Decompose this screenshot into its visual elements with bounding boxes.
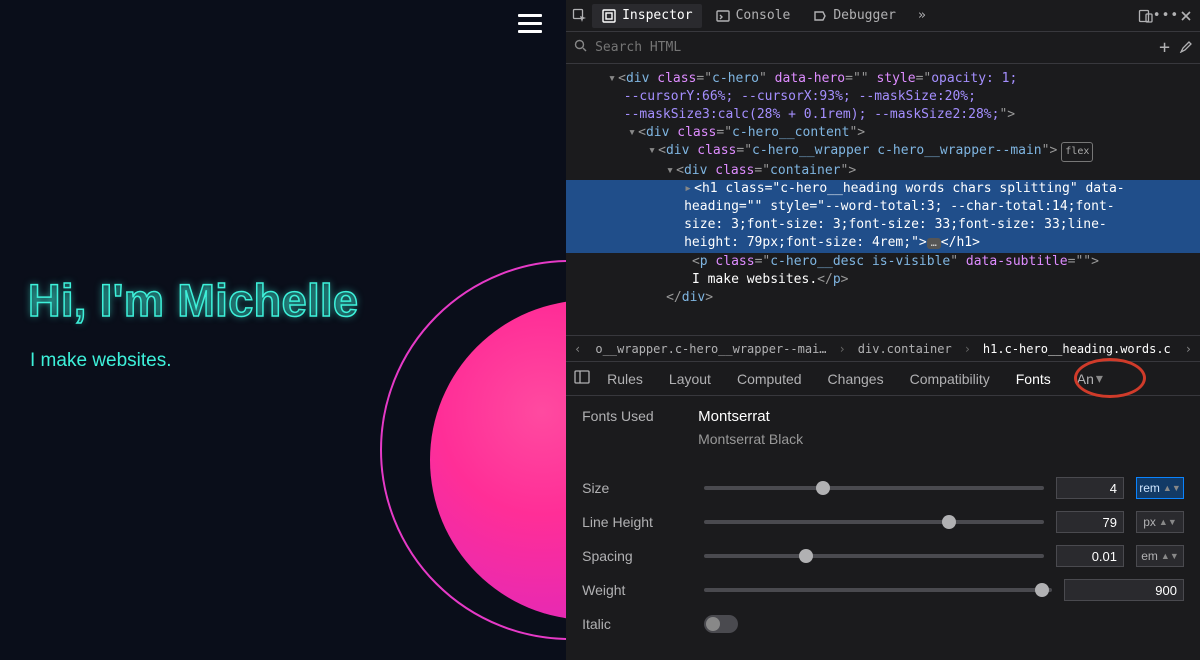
responsive-design-icon[interactable] bbox=[1138, 8, 1154, 24]
size-slider[interactable] bbox=[704, 486, 1044, 490]
tabs-overflow[interactable]: » bbox=[909, 4, 935, 27]
debugger-icon bbox=[812, 8, 828, 24]
weight-label: Weight bbox=[582, 582, 692, 598]
font-face-value: Montserrat Black bbox=[698, 431, 803, 447]
markup-tree[interactable]: ▾<div class="c-hero" data-hero="" style=… bbox=[566, 64, 1200, 336]
hero-desc: I make websites. bbox=[30, 350, 172, 372]
italic-row: Italic bbox=[582, 607, 1184, 641]
tab-inspector-label: Inspector bbox=[622, 8, 692, 23]
weight-slider[interactable] bbox=[704, 588, 1052, 592]
line-height-unit-select[interactable]: px▲▼ bbox=[1136, 511, 1184, 533]
kebab-menu-icon[interactable]: ••• bbox=[1158, 8, 1174, 24]
weight-input[interactable] bbox=[1064, 579, 1184, 601]
tab-console-label: Console bbox=[736, 8, 791, 23]
line-height-label: Line Height bbox=[582, 514, 692, 530]
subtab-animations[interactable]: An bbox=[1064, 364, 1096, 394]
element-picker-icon[interactable] bbox=[572, 8, 588, 24]
add-node-icon[interactable]: + bbox=[1159, 37, 1170, 58]
spacing-row: Spacing em▲▼ bbox=[582, 539, 1184, 573]
devtools-panel: Inspector Console Debugger » ••• bbox=[566, 0, 1200, 660]
dropdown-caret-icon[interactable]: ▾ bbox=[1096, 370, 1103, 387]
italic-toggle[interactable] bbox=[704, 615, 738, 633]
spacing-label: Spacing bbox=[582, 548, 692, 564]
italic-label: Italic bbox=[582, 616, 692, 632]
fonts-panel: Fonts Used Montserrat Montserrat Black S… bbox=[566, 396, 1200, 660]
spacing-unit-select[interactable]: em▲▼ bbox=[1136, 545, 1184, 567]
subtab-compatibility[interactable]: Compatibility bbox=[897, 364, 1003, 394]
breadcrumb-item[interactable]: h1.c-hero__heading.words.c bbox=[977, 340, 1177, 358]
subtab-computed[interactable]: Computed bbox=[724, 364, 815, 394]
weight-row: Weight bbox=[582, 573, 1184, 607]
toggle-sidebar-icon[interactable] bbox=[570, 370, 594, 387]
size-input[interactable] bbox=[1056, 477, 1124, 499]
tab-console[interactable]: Console bbox=[706, 4, 800, 28]
hero-heading: Hi, I'm Michelle bbox=[28, 275, 358, 327]
size-label: Size bbox=[582, 480, 692, 496]
rendered-page: Hi, I'm Michelle I make websites. bbox=[0, 0, 566, 660]
rules-tabbar: Rules Layout Computed Changes Compatibil… bbox=[566, 362, 1200, 396]
devtools-toolbar: Inspector Console Debugger » ••• bbox=[566, 0, 1200, 32]
font-family-value: Montserrat bbox=[698, 408, 803, 425]
tab-inspector[interactable]: Inspector bbox=[592, 4, 701, 28]
console-icon bbox=[715, 8, 731, 24]
subtab-layout[interactable]: Layout bbox=[656, 364, 724, 394]
font-size-row: Size rem▲▼ bbox=[582, 471, 1184, 505]
close-icon[interactable] bbox=[1178, 8, 1194, 24]
tab-debugger[interactable]: Debugger bbox=[803, 4, 905, 28]
subtab-rules[interactable]: Rules bbox=[594, 364, 656, 394]
inspector-icon bbox=[601, 8, 617, 24]
breadcrumb-item[interactable]: div.container bbox=[852, 340, 958, 358]
spacing-input[interactable] bbox=[1056, 545, 1124, 567]
chevron-right-icon[interactable]: › bbox=[1181, 342, 1196, 356]
size-unit-select[interactable]: rem▲▼ bbox=[1136, 477, 1184, 499]
markup-search-row: + bbox=[566, 32, 1200, 64]
eyedropper-icon[interactable] bbox=[1178, 39, 1192, 57]
breadcrumb[interactable]: ‹ o__wrapper.c-hero__wrapper--mai… div.c… bbox=[566, 336, 1200, 362]
subtab-changes[interactable]: Changes bbox=[815, 364, 897, 394]
chevron-double-right-icon: » bbox=[918, 8, 926, 23]
line-height-input[interactable] bbox=[1056, 511, 1124, 533]
breadcrumb-item[interactable]: o__wrapper.c-hero__wrapper--mai… bbox=[589, 340, 832, 358]
search-icon bbox=[574, 39, 587, 56]
hamburger-menu-button[interactable] bbox=[518, 14, 542, 33]
fonts-used-label: Fonts Used bbox=[582, 408, 670, 447]
search-html-input[interactable] bbox=[595, 40, 1151, 55]
tab-debugger-label: Debugger bbox=[833, 8, 896, 23]
line-height-slider[interactable] bbox=[704, 520, 1044, 524]
subtab-fonts[interactable]: Fonts bbox=[1003, 364, 1064, 394]
chevron-left-icon[interactable]: ‹ bbox=[570, 342, 585, 356]
spacing-slider[interactable] bbox=[704, 554, 1044, 558]
line-height-row: Line Height px▲▼ bbox=[582, 505, 1184, 539]
